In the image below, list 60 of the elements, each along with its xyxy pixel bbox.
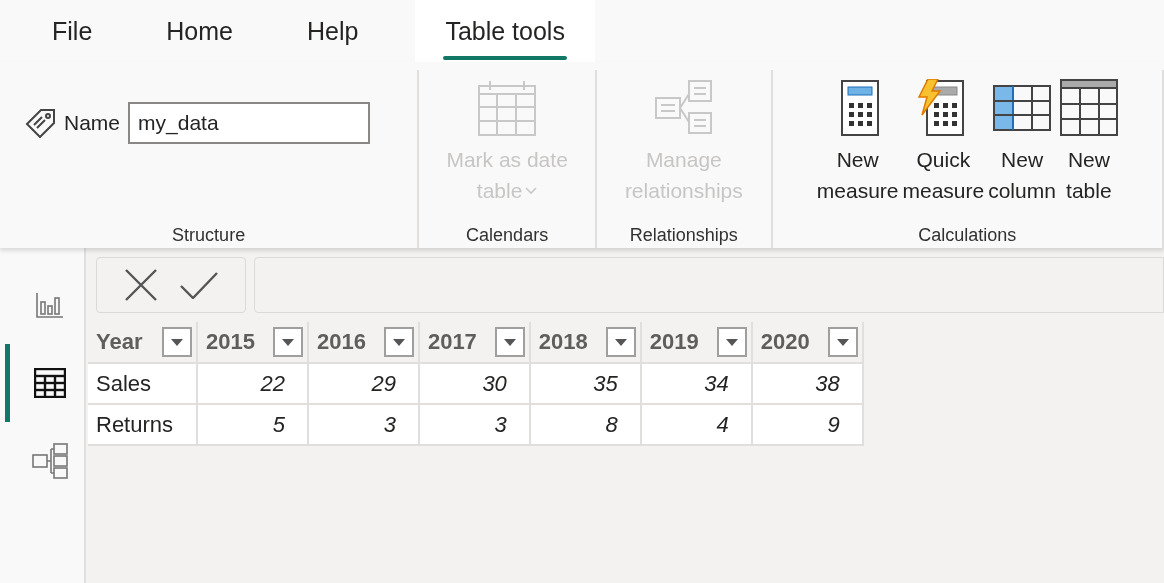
filter-button[interactable] bbox=[494, 327, 525, 357]
column-header: 2019 bbox=[640, 322, 752, 363]
cancel-icon[interactable] bbox=[124, 269, 158, 301]
table-cell: 34 bbox=[640, 363, 752, 404]
tag-icon bbox=[24, 108, 56, 138]
ribbon-button[interactable]: New measure bbox=[816, 70, 899, 206]
filter-button[interactable] bbox=[605, 327, 636, 357]
group-label: Calculations bbox=[918, 225, 1017, 247]
formula-field[interactable] bbox=[254, 257, 1164, 313]
caret-icon bbox=[503, 338, 516, 346]
filter-button[interactable] bbox=[716, 327, 747, 357]
table-icon bbox=[33, 368, 66, 398]
caret-icon bbox=[281, 338, 294, 346]
caret-icon bbox=[171, 338, 183, 346]
column-header: 2015 bbox=[197, 322, 308, 363]
table-cell: Returns bbox=[88, 404, 197, 445]
caret-icon bbox=[392, 338, 405, 346]
menu-tab[interactable]: File bbox=[30, 0, 143, 62]
table-cell: 35 bbox=[529, 363, 641, 404]
menu-tab[interactable]: Table tools bbox=[415, 0, 595, 62]
filter-button[interactable] bbox=[272, 327, 303, 357]
caret-icon bbox=[836, 338, 849, 346]
column-header: 2016 bbox=[307, 322, 419, 363]
table-cell: 9 bbox=[751, 404, 863, 445]
column-header: 2017 bbox=[418, 322, 530, 363]
group-label: Calendars bbox=[466, 225, 549, 247]
group-label: Structure bbox=[172, 225, 246, 247]
name-field[interactable]: my_data bbox=[128, 102, 371, 144]
name-label: Name bbox=[64, 111, 121, 135]
table-cell: 8 bbox=[529, 404, 641, 445]
column-header: 2020 bbox=[751, 322, 863, 363]
calendar-icon bbox=[478, 80, 537, 136]
caret-icon bbox=[725, 338, 738, 346]
menu-tab[interactable]: Help bbox=[285, 0, 414, 62]
table-cell: 3 bbox=[307, 404, 419, 445]
table-cell: 4 bbox=[640, 404, 752, 445]
filter-button[interactable] bbox=[162, 327, 192, 357]
model-icon bbox=[31, 443, 68, 479]
menu-tab[interactable]: Home bbox=[144, 0, 283, 62]
ribbon-button[interactable]: Quick measure bbox=[902, 70, 985, 206]
table-cell: 5 bbox=[197, 404, 308, 445]
table-cell: Sales bbox=[88, 363, 197, 404]
filter-button[interactable] bbox=[827, 327, 858, 357]
group-label: Relationships bbox=[629, 225, 738, 247]
relationships-icon bbox=[654, 80, 713, 136]
table-cell: 30 bbox=[418, 363, 530, 404]
caret-icon bbox=[614, 338, 627, 346]
column-header: 2018 bbox=[529, 322, 641, 363]
table-cell: 22 bbox=[197, 363, 308, 404]
column-header: Year bbox=[88, 322, 197, 363]
ribbon-button[interactable]: New column bbox=[988, 70, 1056, 206]
table-cell: 29 bbox=[307, 363, 419, 404]
table-cell: 3 bbox=[418, 404, 530, 445]
table-cell: 38 bbox=[751, 363, 863, 404]
filter-button[interactable] bbox=[383, 327, 414, 357]
table-icon bbox=[1059, 79, 1118, 137]
bar-chart-icon bbox=[35, 292, 64, 318]
column-table-icon bbox=[993, 85, 1052, 131]
check-icon[interactable] bbox=[180, 271, 218, 299]
ribbon-button[interactable]: New table bbox=[1059, 70, 1118, 206]
